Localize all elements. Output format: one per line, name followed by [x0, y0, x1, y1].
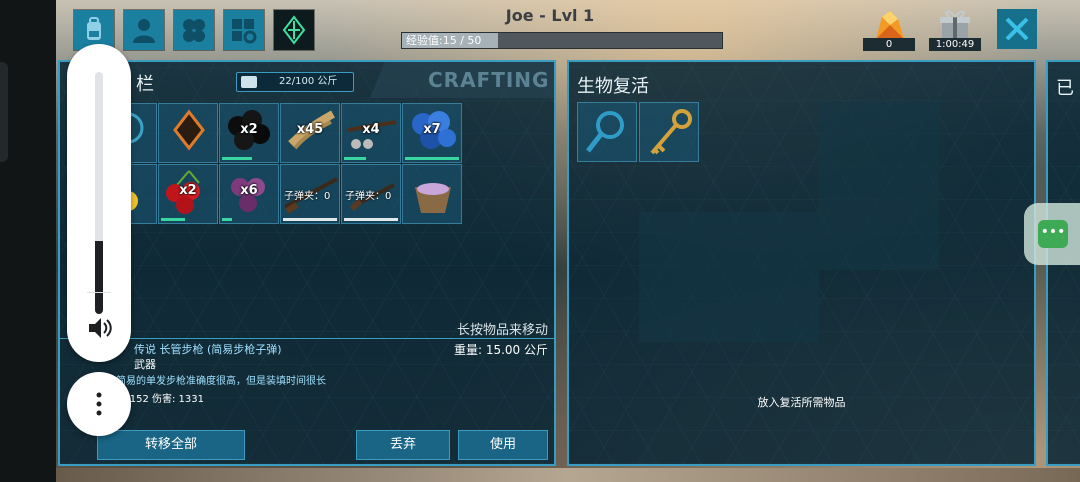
- player-name: Joe - Lvl 1: [505, 6, 595, 25]
- slot-quantity: x45: [296, 122, 324, 137]
- gift-timer-text: 1:00:49: [929, 38, 981, 51]
- use-button[interactable]: 使用: [458, 430, 548, 460]
- xp-bar: 经验值:15 / 50: [401, 32, 723, 49]
- volume-divider: [87, 292, 111, 293]
- character-icon[interactable]: [124, 10, 164, 50]
- close-icon: [1005, 17, 1029, 41]
- volume-slider-panel[interactable]: [67, 44, 131, 362]
- gift-timer[interactable]: 1:00:49: [929, 5, 981, 51]
- transfer-all-button[interactable]: 转移全部: [97, 430, 245, 460]
- durability-bar: [405, 157, 459, 160]
- volume-fill: [95, 241, 103, 314]
- ammo-count: 子弹夹：0: [345, 191, 392, 202]
- revive-shade: [639, 212, 819, 342]
- inventory-slot[interactable]: 子弹夹：0: [280, 164, 340, 224]
- inventory-title: 栏: [136, 74, 154, 95]
- crafting-tab-label: CRAFTING: [428, 68, 550, 92]
- resource-count: 0: [863, 38, 915, 51]
- durability-bar: [344, 218, 398, 221]
- tab-crafting[interactable]: CRAFTING: [370, 62, 554, 98]
- inventory-slot[interactable]: x6: [219, 164, 279, 224]
- durability-bar: [222, 218, 232, 221]
- close-button[interactable]: [997, 9, 1037, 49]
- durability-bar: [283, 218, 337, 221]
- revive-slot[interactable]: [577, 102, 637, 162]
- inventory-panel: 栏 22/100 公斤 CRAFTING x2 x45 x4 x7 x2 x6 …: [58, 60, 556, 466]
- ammo-count: 子弹夹：0: [284, 191, 331, 202]
- details-divider: [60, 338, 554, 339]
- revive-shade: [819, 102, 939, 270]
- xp-text: 经验值:15 / 50: [406, 34, 482, 47]
- item-weight: 重量: 15.00 公斤: [453, 343, 548, 357]
- item-type: 武器: [134, 358, 156, 371]
- revive-empty-hint: 放入复活所需物品: [757, 396, 846, 409]
- element-resource[interactable]: 0: [863, 5, 915, 51]
- inventory-slot[interactable]: x2: [219, 103, 279, 163]
- durability-bar: [344, 157, 366, 160]
- handle-dots: •••: [1038, 220, 1068, 248]
- inventory-slot[interactable]: x2: [158, 164, 218, 224]
- item-stats: 2/152 伤害: 1331: [120, 394, 204, 405]
- item-name: 传说 长管步枪 (简易步枪子弹): [134, 343, 282, 356]
- revive-slot[interactable]: [639, 102, 699, 162]
- more-options-button[interactable]: [67, 372, 131, 436]
- inventory-slot[interactable]: [158, 103, 218, 163]
- revive-title: 生物复活: [577, 76, 649, 97]
- edge-notch: [0, 62, 8, 162]
- durability-bar: [161, 218, 185, 221]
- inventory-slot[interactable]: x7: [402, 103, 462, 163]
- revive-panel: 生物复活 放入复活所需物品: [567, 60, 1036, 466]
- element-icon[interactable]: [274, 10, 314, 50]
- slot-quantity: x4: [362, 122, 380, 137]
- floating-side-handle[interactable]: •••: [1024, 203, 1080, 265]
- weight-text: 22/100 公斤: [279, 76, 338, 87]
- inventory-tab-bar: 栏 22/100 公斤 CRAFTING: [60, 62, 554, 98]
- slot-quantity: x2: [240, 122, 258, 137]
- inventory-slot[interactable]: x45: [280, 103, 340, 163]
- weight-indicator: 22/100 公斤: [236, 72, 354, 92]
- slot-quantity: x2: [179, 183, 197, 198]
- bottom-strip: [56, 468, 1080, 482]
- mortar-icon: [415, 183, 451, 213]
- third-panel-title: 已: [1056, 78, 1074, 99]
- key-icon: [650, 109, 692, 155]
- volume-track[interactable]: [95, 72, 103, 314]
- speaker-icon[interactable]: [85, 314, 113, 342]
- slot-quantity: x7: [423, 122, 441, 137]
- durability-bar: [222, 157, 252, 160]
- hide-icon: [173, 109, 205, 151]
- magnifier-icon: [586, 111, 624, 153]
- inventory-slot[interactable]: 子弹夹：0: [341, 164, 401, 224]
- move-hint: 长按物品来移动: [456, 323, 548, 338]
- item-description: 比仿简易的单发步枪准确度很高，但是装填时间很长: [96, 376, 326, 387]
- tribe-icon[interactable]: [174, 10, 214, 50]
- more-vertical-icon: [96, 392, 102, 416]
- weight-icon: [241, 76, 257, 88]
- inventory-slot[interactable]: [402, 164, 462, 224]
- screen-edge: [0, 0, 56, 482]
- map-icon[interactable]: [224, 10, 264, 50]
- inventory-slot[interactable]: x4: [341, 103, 401, 163]
- drop-button[interactable]: 丢弃: [356, 430, 450, 460]
- slot-quantity: x6: [240, 183, 258, 198]
